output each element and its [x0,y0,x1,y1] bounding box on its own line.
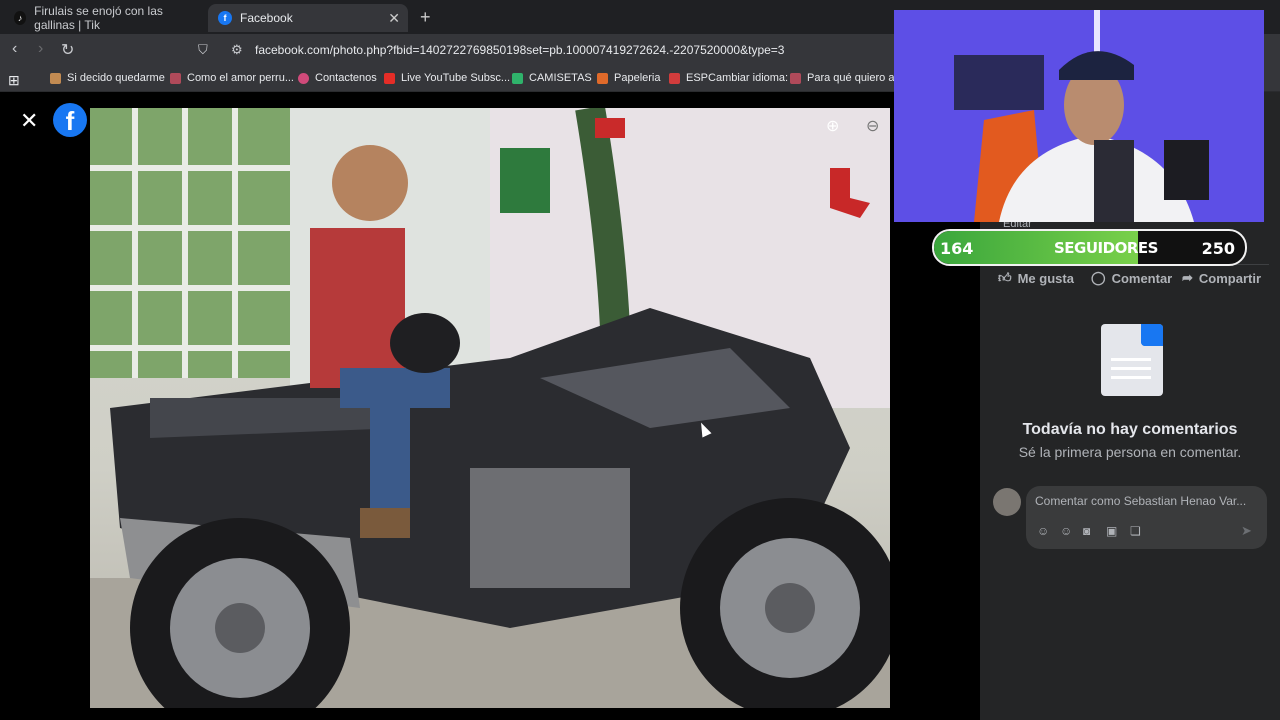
bookmark-favicon-icon [790,72,801,84]
facebook-logo-icon[interactable]: f [53,103,87,137]
comment-icon: ◯ [1091,270,1106,285]
sticker-icon[interactable]: ❏ [1130,524,1141,538]
followers-goal-bar: 164 SEGUIDORES 250 [932,229,1247,266]
avatar[interactable] [993,488,1021,516]
gif-icon[interactable]: ▣ [1106,524,1117,538]
thumbs-up-icon: 👍︎ [998,270,1012,285]
address-bar[interactable]: facebook.com/photo.php?fbid=140272276985… [255,43,784,57]
bookmark-label: CAMISETAS [529,72,592,84]
empty-comments-subtitle: Sé la primera persona en comentar. [1018,444,1242,460]
bookmark-item[interactable]: Como el amor perru... [170,72,294,84]
followers-current: 164 [940,239,974,258]
reload-icon[interactable]: ↻ [61,40,74,60]
like-label: Me gusta [1017,270,1074,286]
bookmark-item[interactable]: Live YouTube Subsc... [384,72,510,84]
empty-comments-icon [1101,324,1163,396]
send-icon[interactable]: ➤ [1241,523,1252,539]
bookmark-item[interactable]: Contactenos [298,72,377,84]
like-button[interactable]: 👍︎ Me gusta [998,270,1074,286]
bookmark-item[interactable]: Papeleria [597,72,660,84]
comment-label: Comentar [1111,270,1173,286]
tab-tiktok[interactable]: ♪ Firulais se enojó con las gallinas | T… [6,4,206,32]
empty-comments-title: Todavía no hay comentarios [1022,421,1238,438]
avatar-sticker-icon[interactable]: ☺ [1037,524,1049,538]
bookmark-favicon-icon [597,72,608,84]
youtube-icon [384,72,395,84]
tab-title: Firulais se enojó con las gallinas | Tik [34,4,163,32]
bookmark-item[interactable]: ESPCambiar idioma: [669,72,788,84]
photo-image [90,108,890,708]
share-label: Compartir [1198,270,1262,286]
webcam-overlay [894,10,1264,222]
close-viewer-icon[interactable]: ✕ [20,108,38,134]
bookmark-label: Para qué quiero asp [807,72,907,84]
share-icon: ➦ [1182,270,1193,285]
bookmark-label: Si decido quedarme [67,72,165,84]
tab-title: Facebook [240,11,293,25]
apps-icon[interactable]: ⊞ [8,72,20,89]
zoom-in-icon[interactable]: ⊕ [826,116,839,136]
main-photo [90,108,890,708]
zoom-out-icon[interactable]: ⊖ [866,116,879,136]
tab-facebook[interactable]: f Facebook ✕ [208,4,408,32]
bookmark-item[interactable]: CAMISETAS [512,72,592,84]
bookmark-favicon-icon [669,72,680,84]
facebook-icon: f [218,11,232,25]
emoji-icon[interactable]: ☺ [1060,524,1072,538]
bookmark-icon[interactable]: ⛉ [198,42,208,58]
comment-placeholder: Comentar como Sebastian Henao Var... [1035,494,1247,508]
bookmark-label: Contactenos [315,72,377,84]
bookmark-favicon-icon [298,72,309,84]
close-tab-icon[interactable]: ✕ [388,10,400,27]
bookmark-favicon-icon [50,72,61,84]
bookmark-label: ESPCambiar idioma: [686,72,789,84]
followers-goal: 250 [1201,239,1235,258]
tiktok-icon: ♪ [14,11,27,25]
bookmark-favicon-icon [170,72,181,84]
share-button[interactable]: ➦ Compartir [1182,270,1261,286]
bookmark-item[interactable]: Para qué quiero asp [790,72,906,84]
bookmark-label: Live YouTube Subsc... [401,72,511,84]
bookmark-label: Como el amor perru... [187,72,294,84]
forward-icon[interactable]: › [38,40,43,58]
camera-icon[interactable]: ◙ [1083,524,1090,538]
site-info-icon[interactable]: ⚙ [231,42,243,58]
new-tab-button[interactable]: + [420,7,431,28]
bookmark-label: Papeleria [614,72,661,84]
webcam-image [894,10,1264,222]
bookmark-favicon-icon [512,72,523,84]
back-icon[interactable]: ‹ [12,40,17,58]
followers-label: SEGUIDORES [1054,239,1158,257]
comment-button[interactable]: ◯ Comentar [1091,270,1172,286]
bookmark-item[interactable]: Si decido quedarme [50,72,165,84]
